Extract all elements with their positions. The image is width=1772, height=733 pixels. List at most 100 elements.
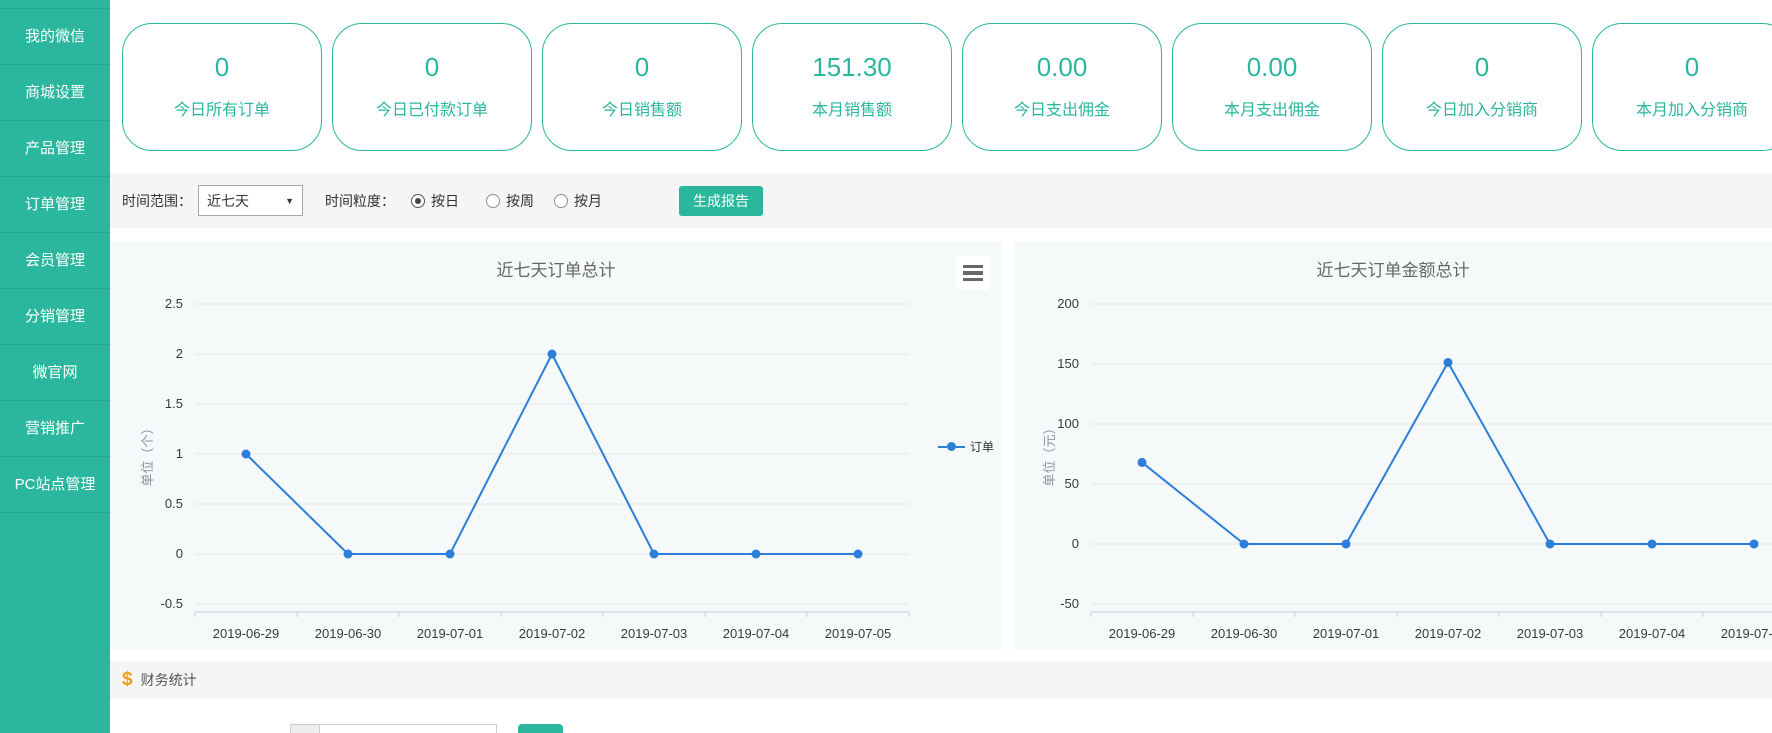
legend-dot-icon [947, 442, 956, 451]
time-range-select[interactable]: 近七天 ▼ [198, 185, 303, 216]
svg-text:100: 100 [1057, 416, 1079, 431]
svg-text:2019-06-29: 2019-06-29 [1109, 626, 1176, 641]
svg-text:2019-06-30: 2019-06-30 [1211, 626, 1278, 641]
menu-bar [963, 271, 983, 275]
stat-card-month-commission: 0.00 本月支出佣金 [1172, 23, 1372, 151]
svg-text:50: 50 [1065, 476, 1079, 491]
time-range-label: 时间范围： [122, 191, 192, 211]
stat-label: 今日销售额 [543, 96, 741, 120]
menu-bar [963, 278, 983, 282]
svg-text:-50: -50 [1060, 596, 1079, 611]
sidebar: 我的微信 商城设置 产品管理 订单管理 会员管理 分销管理 微官网 营销推广 P… [0, 0, 110, 733]
dashboard-page: 我的微信 商城设置 产品管理 订单管理 会员管理 分销管理 微官网 营销推广 P… [0, 0, 1772, 733]
svg-text:2019-07-01: 2019-07-01 [1313, 626, 1380, 641]
svg-text:0.5: 0.5 [165, 496, 183, 511]
legend-orders[interactable]: 订单 [938, 438, 994, 455]
stat-label: 本月支出佣金 [1173, 96, 1371, 120]
radio-label: 按周 [506, 191, 534, 211]
order-amount-chart-panel: 近七天订单金额总计 200 150 100 50 0 -50 2019-06-29 2019-… [1014, 242, 1772, 650]
svg-text:1: 1 [176, 446, 183, 461]
sidebar-item-shop-settings[interactable]: 商城设置 [0, 65, 110, 121]
radio-by-month[interactable]: 按月 [554, 191, 602, 211]
stat-cards-row: 0 今日所有订单 0 今日已付款订单 0 今日销售额 151.30 本月销售额 … [122, 23, 1772, 151]
radio-by-week[interactable]: 按周 [486, 191, 534, 211]
stat-value: 0 [543, 52, 741, 83]
radio-dot-icon [554, 194, 568, 208]
radio-label: 按日 [431, 191, 459, 211]
submit-button[interactable] [518, 724, 563, 733]
stat-card-today-distributors: 0 今日加入分销商 [1382, 23, 1582, 151]
generate-report-button[interactable]: 生成报告 [679, 186, 763, 216]
menu-bar [963, 265, 983, 269]
svg-text:2019-07-04: 2019-07-04 [723, 626, 790, 641]
orders-chart-panel: 近七天订单总计 2.5 2 1.5 1 0.5 0 -0.5 2019-06-29 2019-0… [110, 242, 1002, 650]
stat-card-month-distributors: 0 本月加入分销商 [1592, 23, 1772, 151]
sidebar-item-my-wechat[interactable]: 我的微信 [0, 9, 110, 65]
sidebar-item-micro-site[interactable]: 微官网 [0, 345, 110, 401]
svg-text:2019-07-03: 2019-07-03 [621, 626, 688, 641]
stat-card-month-sales: 151.30 本月销售额 [752, 23, 952, 151]
radio-by-day[interactable]: 按日 [411, 191, 459, 211]
legend-label: 订单 [970, 438, 994, 455]
svg-text:2: 2 [176, 346, 183, 361]
stat-card-today-commission: 0.00 今日支出佣金 [962, 23, 1162, 151]
order-amount-chart-svg: 200 150 100 50 0 -50 2019-06-29 2019-06-30 2019-… [1014, 288, 1772, 650]
stat-label: 今日所有订单 [123, 96, 321, 120]
sidebar-item-distribution-mgmt[interactable]: 分销管理 [0, 289, 110, 345]
input-addon [290, 724, 320, 733]
sidebar-item-member-mgmt[interactable]: 会员管理 [0, 233, 110, 289]
finance-section-header: $ 财务统计 [110, 661, 1772, 699]
sidebar-item-product-mgmt[interactable]: 产品管理 [0, 121, 110, 177]
svg-text:单位（个）: 单位（个） [140, 421, 155, 486]
stat-value: 0.00 [963, 52, 1161, 83]
orders-chart-title: 近七天订单总计 [110, 256, 1002, 281]
stat-value: 0.00 [1173, 52, 1371, 83]
stat-value: 0 [333, 52, 531, 83]
stat-label: 今日已付款订单 [333, 96, 531, 120]
sidebar-item-order-mgmt[interactable]: 订单管理 [0, 177, 110, 233]
sidebar-item-partial[interactable] [0, 0, 110, 9]
radio-dot-icon [486, 194, 500, 208]
svg-text:150: 150 [1057, 356, 1079, 371]
svg-text:0: 0 [176, 546, 183, 561]
hamburger-menu-icon[interactable] [956, 256, 990, 290]
svg-text:2.5: 2.5 [165, 296, 183, 311]
svg-text:2019-07-05: 2019-07-05 [1721, 626, 1772, 641]
legend-line-icon [956, 446, 965, 448]
dollar-icon: $ [122, 669, 133, 691]
sidebar-item-pc-site-mgmt[interactable]: PC站点管理 [0, 457, 110, 513]
stat-value: 151.30 [753, 52, 951, 83]
stat-value: 0 [123, 52, 321, 83]
granularity-label: 时间粒度： [325, 191, 395, 211]
finance-section-title: 财务统计 [141, 670, 197, 690]
sidebar-item-marketing[interactable]: 营销推广 [0, 401, 110, 457]
stat-label: 本月销售额 [753, 96, 951, 120]
svg-text:1.5: 1.5 [165, 396, 183, 411]
svg-text:2019-07-04: 2019-07-04 [1619, 626, 1686, 641]
svg-text:2019-06-30: 2019-06-30 [315, 626, 382, 641]
svg-text:-0.5: -0.5 [161, 596, 183, 611]
filter-bar: 时间范围： 近七天 ▼ 时间粒度： 按日 按周 按月 生成报告 [110, 173, 1772, 228]
radio-dot-icon [411, 194, 425, 208]
svg-text:2019-07-02: 2019-07-02 [1415, 626, 1482, 641]
orders-chart-svg: 2.5 2 1.5 1 0.5 0 -0.5 2019-06-29 2019-06-30 2019… [110, 288, 1002, 650]
stat-card-today-paid-orders: 0 今日已付款订单 [332, 23, 532, 151]
legend-line-icon [938, 446, 947, 448]
stat-label: 本月加入分销商 [1593, 96, 1772, 120]
svg-text:0: 0 [1072, 536, 1079, 551]
radio-label: 按月 [574, 191, 602, 211]
svg-text:2019-07-02: 2019-07-02 [519, 626, 586, 641]
stat-label: 今日支出佣金 [963, 96, 1161, 120]
order-amount-chart-title: 近七天订单金额总计 [1014, 256, 1772, 281]
stat-value: 0 [1593, 52, 1772, 83]
svg-text:2019-06-29: 2019-06-29 [213, 626, 280, 641]
svg-text:200: 200 [1057, 296, 1079, 311]
stat-label: 今日加入分销商 [1383, 96, 1581, 120]
svg-text:2019-07-03: 2019-07-03 [1517, 626, 1584, 641]
stat-value: 0 [1383, 52, 1581, 83]
text-input[interactable] [319, 724, 497, 733]
svg-text:2019-07-05: 2019-07-05 [825, 626, 892, 641]
chevron-down-icon: ▼ [285, 196, 294, 206]
time-range-value: 近七天 [207, 191, 249, 211]
svg-text:单位（元）: 单位（元） [1042, 421, 1057, 486]
